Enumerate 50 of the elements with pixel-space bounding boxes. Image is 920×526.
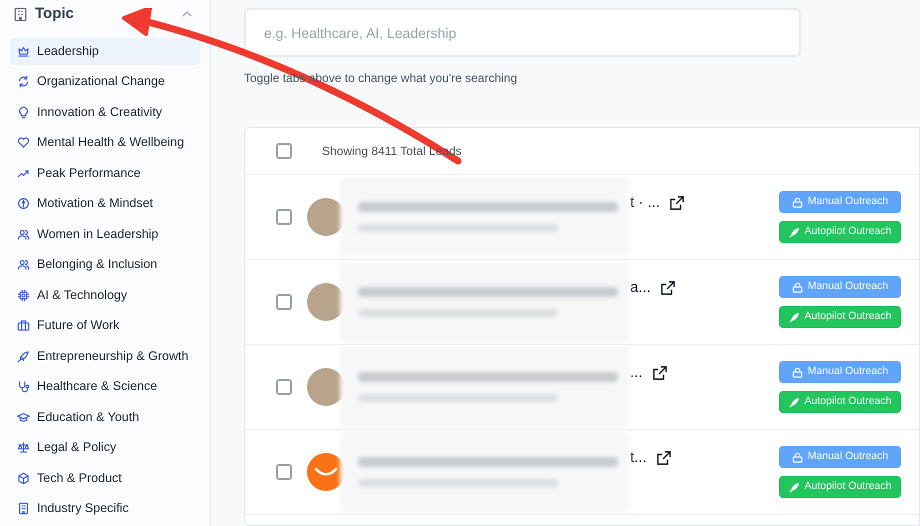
topic-item[interactable]: Industry Specific [10, 496, 200, 522]
building-icon [13, 6, 28, 22]
topic-item[interactable]: Peak Performance [10, 160, 200, 186]
topic-item[interactable]: Women in Leadership [10, 221, 200, 248]
crown-icon [17, 44, 30, 58]
name-text: t... [630, 448, 647, 468]
topic-item[interactable]: AI & Technology [10, 282, 200, 308]
checkbox[interactable] [276, 379, 292, 395]
external-link-icon[interactable] [652, 366, 667, 380]
building-icon [17, 502, 30, 516]
topic-item[interactable]: Belonging & Inclusion [10, 252, 200, 278]
chevron-icon[interactable] [182, 11, 192, 17]
heart-icon [17, 136, 30, 150]
name-text: t · ... [630, 193, 660, 213]
checkbox[interactable] [276, 143, 292, 159]
topic-item[interactable]: Motivation & Mindset [10, 190, 200, 217]
name-text: a... [630, 278, 651, 298]
stethoscope-icon [17, 380, 30, 394]
briefcase-icon [17, 319, 30, 332]
checkbox[interactable] [276, 209, 292, 225]
lock-icon [792, 196, 803, 208]
checkbox[interactable] [276, 464, 292, 480]
topic-item[interactable]: Legal & Policy [10, 434, 200, 461]
section-title: Topic [35, 4, 74, 24]
topic-item[interactable]: Innovation & Creativity [10, 99, 200, 126]
users-icon [17, 258, 30, 272]
topic-item[interactable]: Mental Health & Wellbeing [10, 130, 200, 156]
lock-icon [792, 452, 803, 462]
cube-icon [17, 472, 30, 485]
topic-item[interactable]: Leadership [10, 38, 200, 64]
topic-item[interactable]: Tech & Product [10, 465, 200, 492]
chip-icon [17, 288, 30, 302]
topic-item[interactable]: Organizational Change [10, 68, 200, 95]
graduation-cap-icon [17, 410, 30, 424]
topic-item[interactable]: Education & Youth [10, 404, 200, 430]
refresh-icon [17, 75, 30, 88]
users-icon [17, 228, 30, 241]
checkbox[interactable] [276, 294, 292, 310]
lock-icon [792, 366, 803, 378]
external-link-icon[interactable] [670, 196, 684, 210]
topic-item[interactable]: Future of Work [10, 312, 200, 339]
lightbulb-icon [17, 106, 30, 119]
name-text: ... [630, 363, 643, 383]
external-link-icon[interactable] [660, 281, 675, 296]
topic-item[interactable]: Healthcare & Science [10, 374, 200, 400]
search-field[interactable]: e.g. Healthcare, AI, Leadership [244, 8, 801, 57]
external-link-icon[interactable] [656, 451, 671, 466]
topic-item[interactable]: Entrepreneurship & Growth [10, 343, 200, 370]
lock-icon [792, 282, 803, 292]
scales-icon [17, 441, 30, 454]
